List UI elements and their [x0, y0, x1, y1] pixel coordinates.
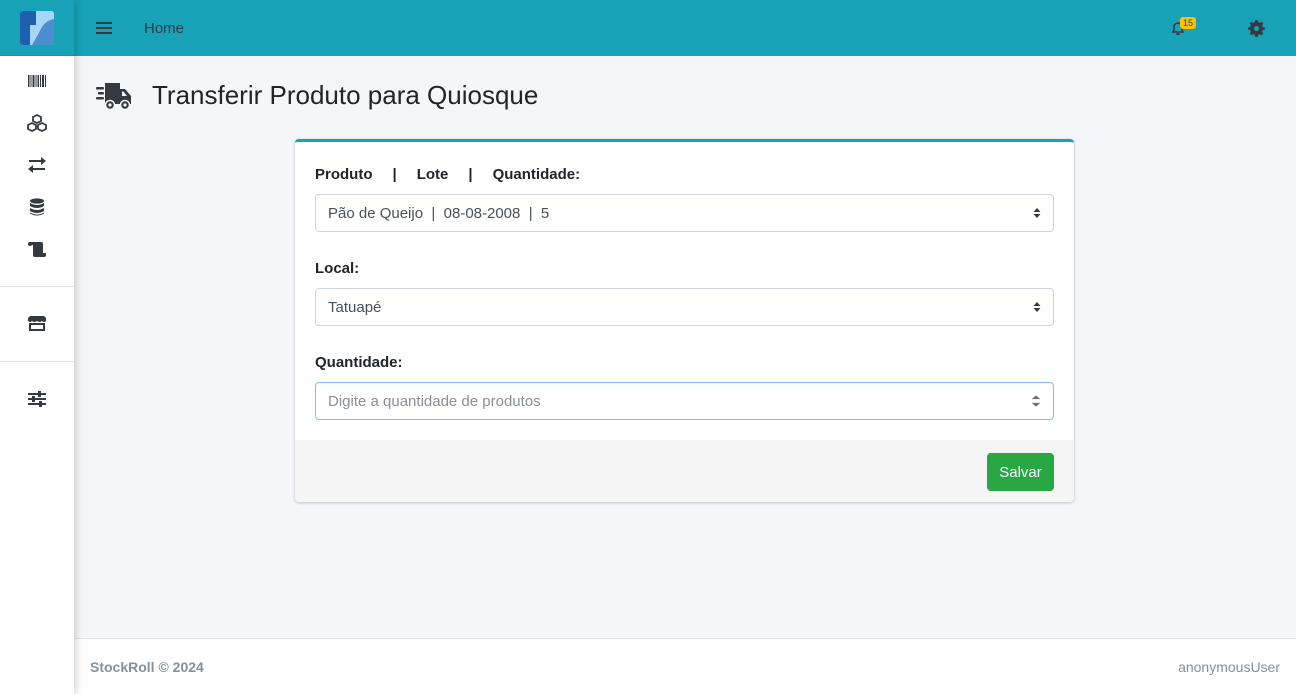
sidebar-group-main: [0, 56, 74, 276]
exchange-icon: [28, 157, 46, 173]
page-footer: StockRoll © 2024 anonymousUser: [74, 638, 1296, 694]
location-group: Local: Tatuapé: [315, 260, 1054, 326]
sidebar-group-store: [0, 297, 74, 351]
sidebar-item-transfers[interactable]: [0, 144, 74, 186]
notifications-button[interactable]: 15: [1158, 0, 1198, 56]
footer-brand: StockRoll © 2024: [90, 658, 204, 675]
sliders-icon: [28, 391, 46, 407]
menu-toggle-button[interactable]: [74, 0, 134, 56]
topbar-right: 15: [1158, 0, 1296, 56]
sidebar-divider: [0, 361, 74, 362]
product-label-part: Quantidade:: [492, 166, 581, 183]
app-logo: [20, 10, 54, 45]
barcode-icon: [28, 75, 46, 87]
product-label-part: Lote: [416, 166, 449, 183]
sidebar-item-kiosk[interactable]: [0, 303, 74, 345]
quantity-group: Quantidade: Digite a quantidade de produ…: [315, 354, 1054, 420]
location-label: Local:: [315, 260, 360, 277]
quantity-input[interactable]: Digite a quantidade de produtos: [315, 382, 1054, 420]
sidebar-item-database[interactable]: [0, 186, 74, 228]
current-user: anonymousUser: [1178, 658, 1280, 675]
quantity-placeholder: Digite a quantidade de produtos: [328, 392, 541, 410]
product-label: Produto | Lote | Quantidade:: [315, 166, 1054, 183]
product-select-value: Pão de Queijo | 08-08-2008 | 5: [328, 204, 550, 222]
main-content: Transferir Produto para Quiosque Produto…: [74, 56, 1296, 638]
number-spinner-icon[interactable]: [1031, 393, 1041, 409]
select-caret-icon: [1033, 302, 1041, 312]
product-select[interactable]: Pão de Queijo | 08-08-2008 | 5: [315, 194, 1054, 232]
page-title: Transferir Produto para Quiosque: [152, 80, 539, 110]
sidebar-divider: [0, 286, 74, 287]
sidebar-group-settings: [0, 372, 74, 426]
gear-icon: [1247, 19, 1265, 37]
top-navbar: Home 15: [74, 0, 1296, 56]
store-icon: [28, 316, 46, 331]
save-button[interactable]: Salvar: [987, 453, 1054, 491]
product-label-separator: |: [468, 166, 473, 183]
sidebar-item-settings[interactable]: [0, 378, 74, 420]
product-group: Produto | Lote | Quantidade: Pão de Quei…: [315, 166, 1054, 232]
sidebar: [0, 0, 74, 694]
quantity-label: Quantidade:: [315, 354, 403, 371]
database-icon: [30, 198, 44, 216]
home-link[interactable]: Home: [144, 20, 184, 37]
sidebar-item-stock[interactable]: [0, 102, 74, 144]
transfer-form-card: Produto | Lote | Quantidade: Pão de Quei…: [295, 139, 1074, 502]
product-label-part: Produto: [315, 166, 373, 183]
location-select-value: Tatuapé: [328, 298, 382, 316]
boxes-icon: [27, 113, 47, 133]
settings-button[interactable]: [1236, 0, 1276, 56]
scroll-icon: [28, 242, 46, 257]
product-label-separator: |: [392, 166, 397, 183]
select-caret-icon: [1033, 208, 1041, 218]
hamburger-icon: [96, 22, 112, 34]
page-header: Transferir Produto para Quiosque: [96, 80, 538, 111]
location-select[interactable]: Tatuapé: [315, 288, 1054, 326]
sidebar-item-reports[interactable]: [0, 228, 74, 270]
card-footer: Salvar: [295, 440, 1074, 502]
brand-area[interactable]: [0, 0, 74, 56]
notification-badge: 15: [1180, 17, 1197, 29]
sidebar-item-products[interactable]: [0, 60, 74, 102]
truck-fast-icon: [96, 81, 132, 111]
card-body: Produto | Lote | Quantidade: Pão de Quei…: [295, 142, 1074, 440]
